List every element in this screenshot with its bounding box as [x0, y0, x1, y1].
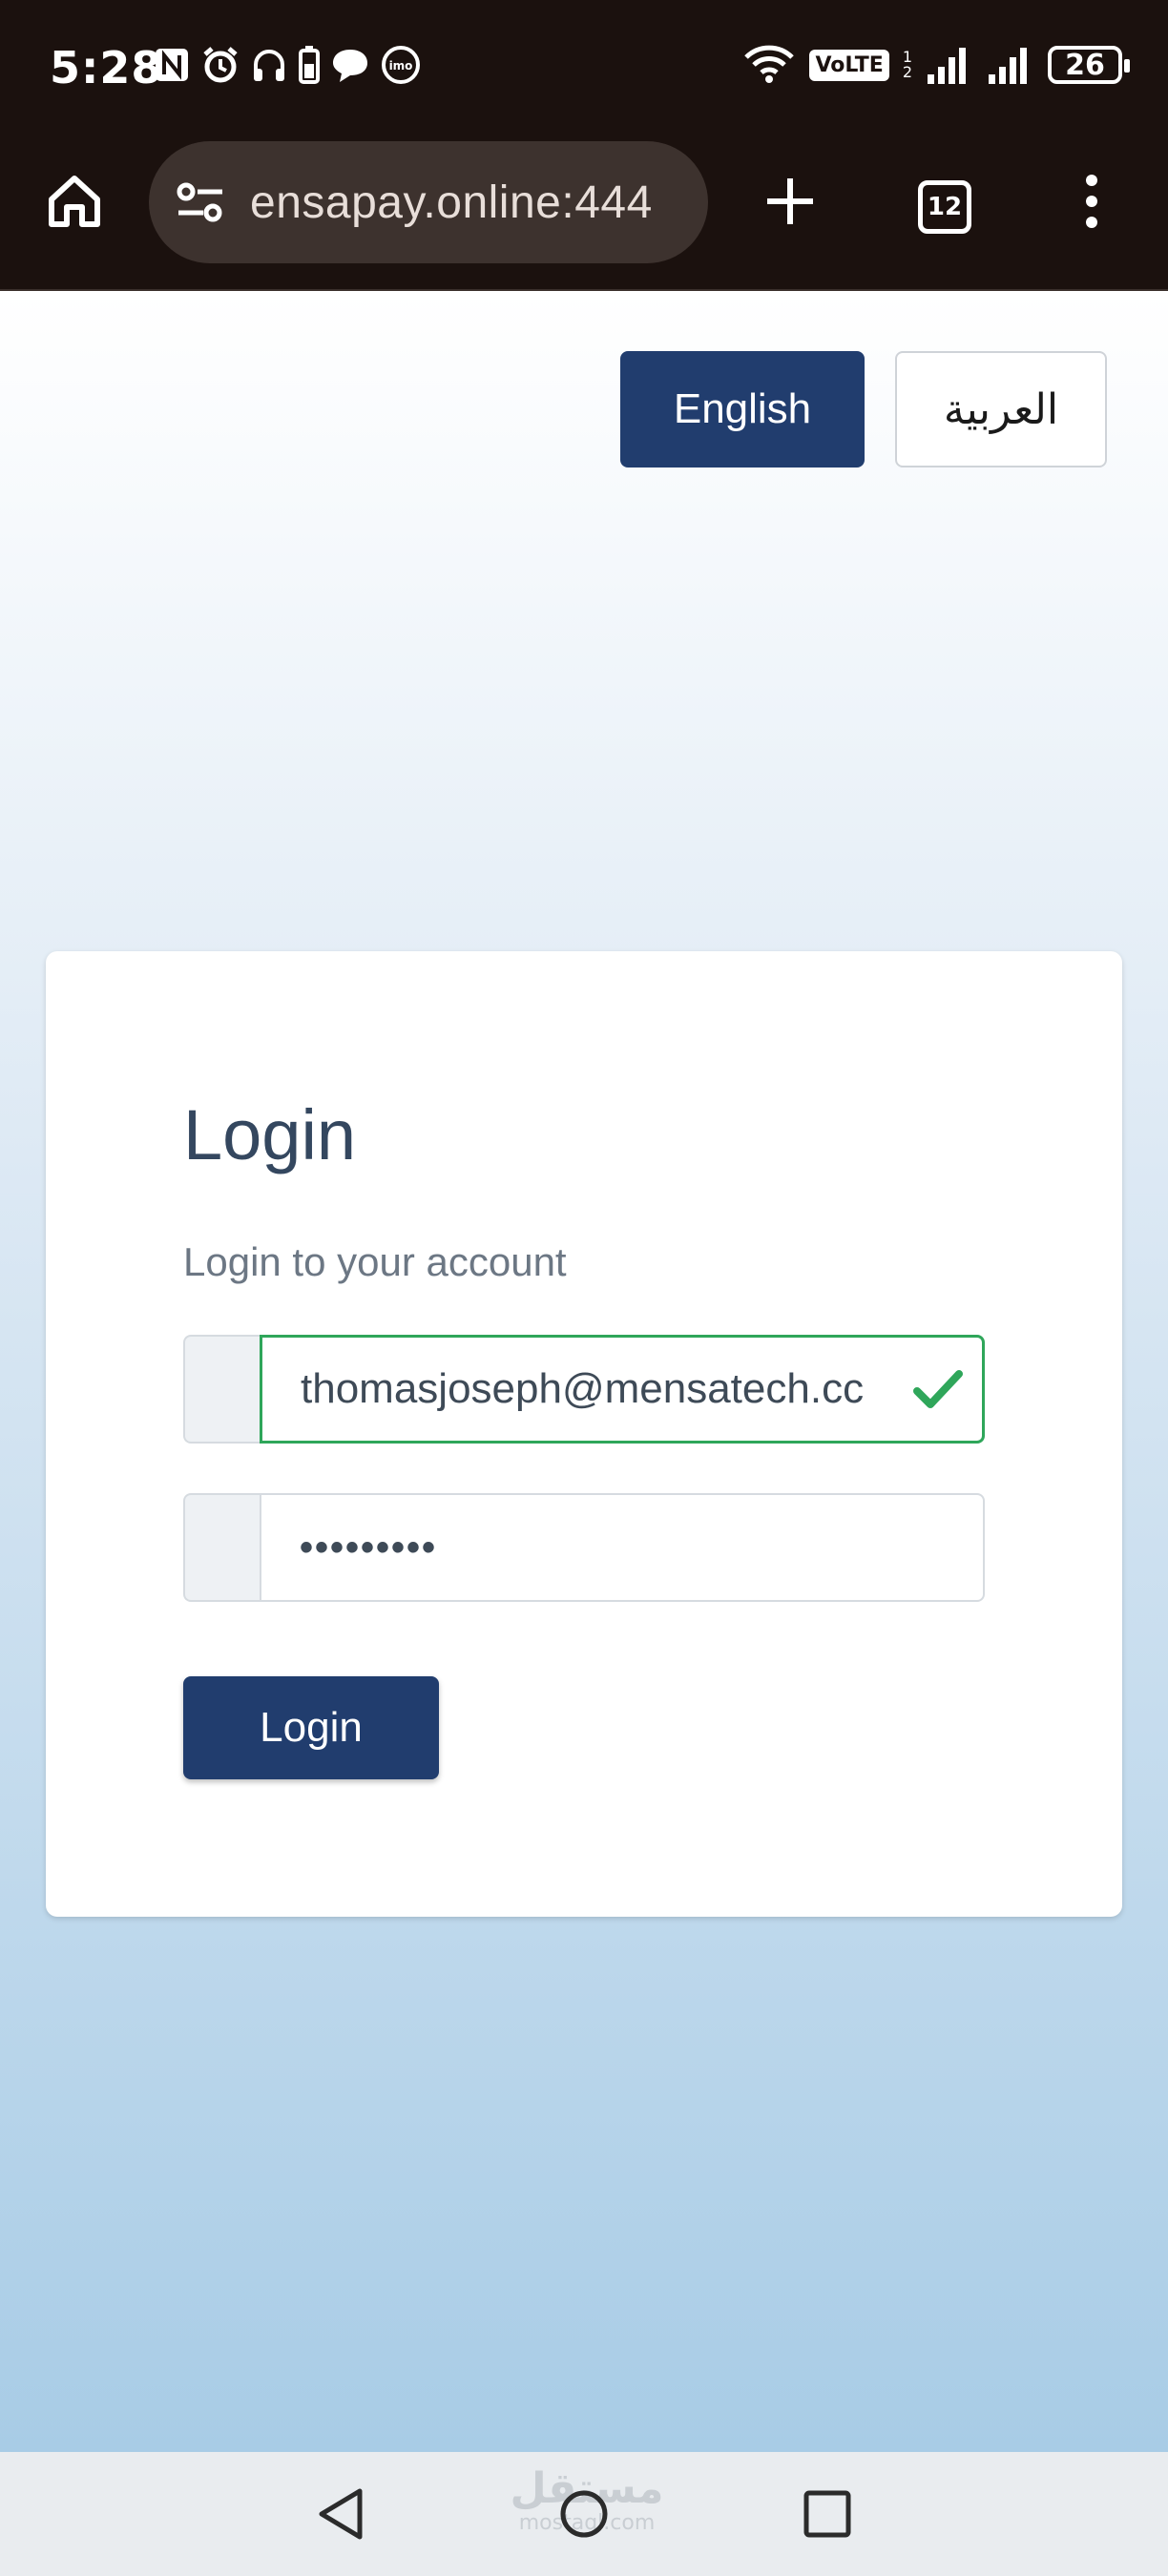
navigation-bar: مستقل mostaql.com — [0, 2452, 1168, 2576]
volte-badge: VoLTE — [809, 49, 889, 81]
battery-icon: 26 — [1048, 46, 1130, 84]
alarm-icon — [203, 47, 238, 83]
back-icon — [319, 2488, 363, 2540]
email-input-group: thomasjoseph@mensatech.cc — [183, 1335, 985, 1444]
english-language-button[interactable]: English — [620, 351, 865, 467]
login-card: Login Login to your account thomasjoseph… — [46, 951, 1122, 1917]
nfc-icon — [156, 49, 188, 81]
more-menu-icon — [1086, 175, 1097, 228]
email-addon — [183, 1335, 260, 1444]
status-bar: 5:28 imo VoLTE 12 26 — [0, 0, 1168, 138]
more-menu-button[interactable] — [1055, 165, 1128, 238]
battery-level: 26 — [1065, 48, 1105, 82]
password-input-group: ••••••••• — [183, 1493, 985, 1602]
svg-text:imo: imo — [389, 59, 413, 73]
password-field[interactable]: ••••••••• — [260, 1493, 985, 1602]
email-value[interactable]: thomasjoseph@mensatech.cc — [301, 1365, 913, 1413]
volte-sim-indicator: 12 — [903, 50, 912, 80]
battery-saver-icon — [299, 46, 320, 84]
home-nav-button[interactable] — [551, 2481, 617, 2547]
site-settings-button[interactable] — [172, 174, 229, 231]
signal-icon — [928, 48, 966, 84]
arabic-language-button[interactable]: العربية — [895, 351, 1107, 467]
system-status: VoLTE 12 26 — [742, 44, 1130, 86]
address-bar[interactable]: ensapay.online:444 — [149, 141, 708, 263]
imo-icon: imo — [382, 46, 420, 84]
password-addon — [183, 1493, 260, 1602]
page-content: English العربية Login Login to your acco… — [0, 291, 1168, 2452]
login-button[interactable]: Login — [183, 1676, 439, 1779]
tabs-button[interactable]: 12 — [908, 171, 981, 243]
headphones-icon — [254, 50, 284, 81]
url-text[interactable]: ensapay.online:444 — [250, 177, 679, 229]
new-tab-icon — [767, 178, 813, 224]
browser-toolbar: ensapay.online:444 12 — [0, 138, 1168, 291]
status-time: 5:28 — [50, 42, 163, 93]
site-settings-icon — [177, 182, 222, 222]
new-tab-button[interactable] — [754, 165, 826, 238]
notification-icons: imo — [153, 44, 422, 86]
signal-icon — [989, 48, 1027, 84]
login-subtitle: Login to your account — [183, 1239, 567, 1284]
wifi-icon — [744, 45, 795, 83]
login-title: Login — [183, 1095, 357, 1174]
tabs-icon: 12 — [918, 180, 971, 234]
recents-icon — [803, 2490, 851, 2538]
home-button[interactable] — [38, 165, 111, 238]
chat-icon — [333, 50, 367, 82]
password-value[interactable]: ••••••••• — [300, 1527, 437, 1569]
home-icon — [49, 176, 100, 227]
recents-button[interactable] — [794, 2481, 861, 2547]
sim-2-label: 2 — [902, 63, 912, 81]
email-field[interactable]: thomasjoseph@mensatech.cc — [260, 1335, 985, 1444]
check-icon — [913, 1370, 963, 1408]
back-button[interactable] — [307, 2481, 374, 2547]
home-circle-icon — [560, 2490, 608, 2538]
